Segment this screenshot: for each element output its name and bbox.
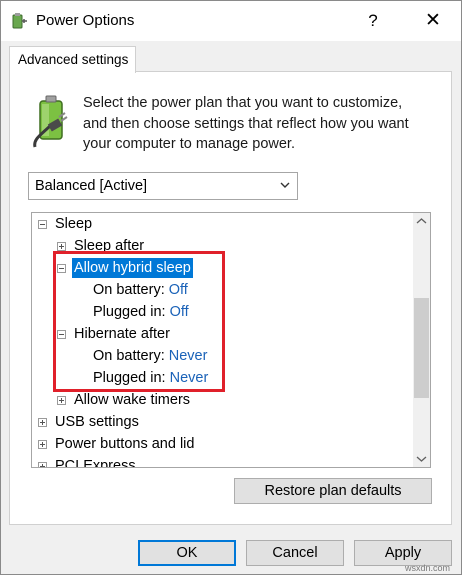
power-plan-value: Balanced [Active]	[35, 178, 148, 194]
window-title: Power Options	[36, 12, 135, 29]
help-button[interactable]: ?	[359, 9, 387, 33]
power-options-icon	[12, 13, 27, 29]
collapse-icon[interactable]	[38, 220, 47, 229]
battery-plug-icon	[33, 95, 68, 148]
tab-label: Advanced settings	[18, 52, 129, 67]
expand-icon[interactable]	[57, 242, 66, 251]
watermark: wsxdn.com	[405, 563, 451, 573]
close-button[interactable]: ✕	[419, 9, 447, 33]
scroll-down-icon[interactable]	[413, 450, 430, 467]
expand-icon[interactable]	[38, 418, 47, 427]
tab-advanced-settings[interactable]: Advanced settings	[9, 46, 136, 73]
expand-icon[interactable]	[38, 440, 47, 449]
title-bar: Power Options ? ✕	[1, 1, 461, 41]
cancel-button[interactable]: Cancel	[246, 540, 344, 566]
red-highlight-box	[53, 251, 225, 392]
scrollbar-thumb[interactable]	[414, 298, 429, 398]
expand-icon[interactable]	[38, 462, 47, 467]
ok-button[interactable]: OK	[138, 540, 236, 566]
expand-icon[interactable]	[57, 396, 66, 405]
power-plan-select[interactable]: Balanced [Active]	[28, 172, 298, 200]
scroll-up-icon[interactable]	[413, 213, 430, 230]
tree-scrollbar[interactable]	[413, 213, 430, 467]
chevron-down-icon	[280, 182, 290, 188]
plan-description: Select the power plan that you want to c…	[83, 95, 409, 152]
restore-plan-defaults-button[interactable]: Restore plan defaults	[234, 478, 432, 504]
